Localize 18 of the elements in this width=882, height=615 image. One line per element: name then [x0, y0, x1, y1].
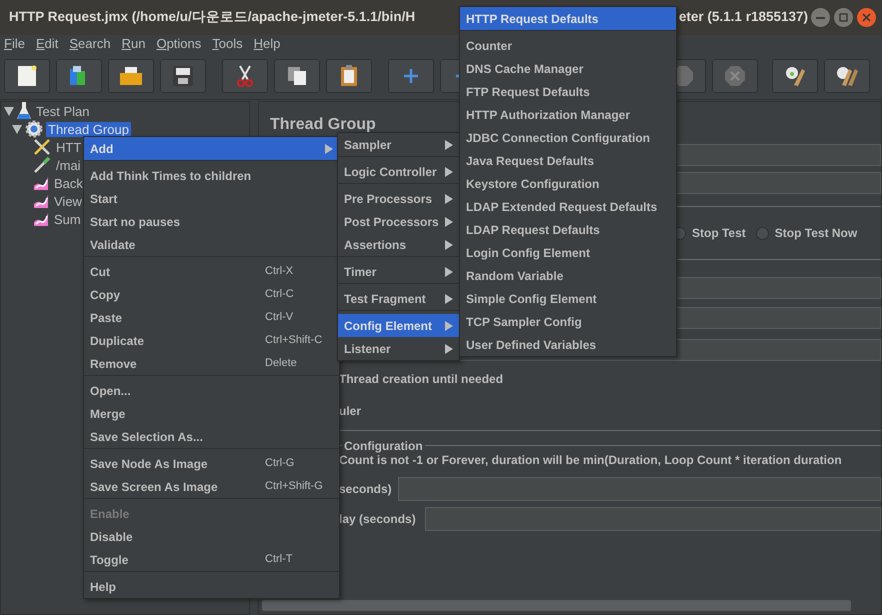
shortcut-label: Delete [265, 356, 297, 372]
shortcut-label: Ctrl-X [265, 264, 294, 280]
shortcut-label: Ctrl+Shift-G [265, 479, 323, 494]
field-label: lay (seconds) [339, 511, 417, 528]
shortcut-label: Ctrl+Shift-C [265, 333, 322, 348]
radio-label: Stop Test Now [774, 225, 858, 242]
shortcut-label: Ctrl-G [265, 456, 294, 472]
shortcut-label: Ctrl-V [265, 310, 294, 326]
checkbox-label: uler [339, 403, 362, 420]
panel-title: Thread Group [270, 115, 376, 135]
note-text: Count is not -1 or Forever, duration will be min(Duration, Loop Count * iteration duration [339, 452, 843, 469]
shortcut-label: Ctrl-T [265, 552, 292, 568]
radio-label: Stop Test [692, 225, 746, 242]
window-title: HTTP Request.jmx (/home/u/다운로드/apache-jmeter-5.1.1/bin/H [9, 8, 416, 26]
field-label: seconds) [339, 481, 393, 498]
window-title: eter (5.1.1 r1855137) [678, 8, 808, 26]
checkbox-label: Thread creation until needed [339, 371, 504, 388]
shortcut-label: Ctrl-C [265, 287, 294, 302]
